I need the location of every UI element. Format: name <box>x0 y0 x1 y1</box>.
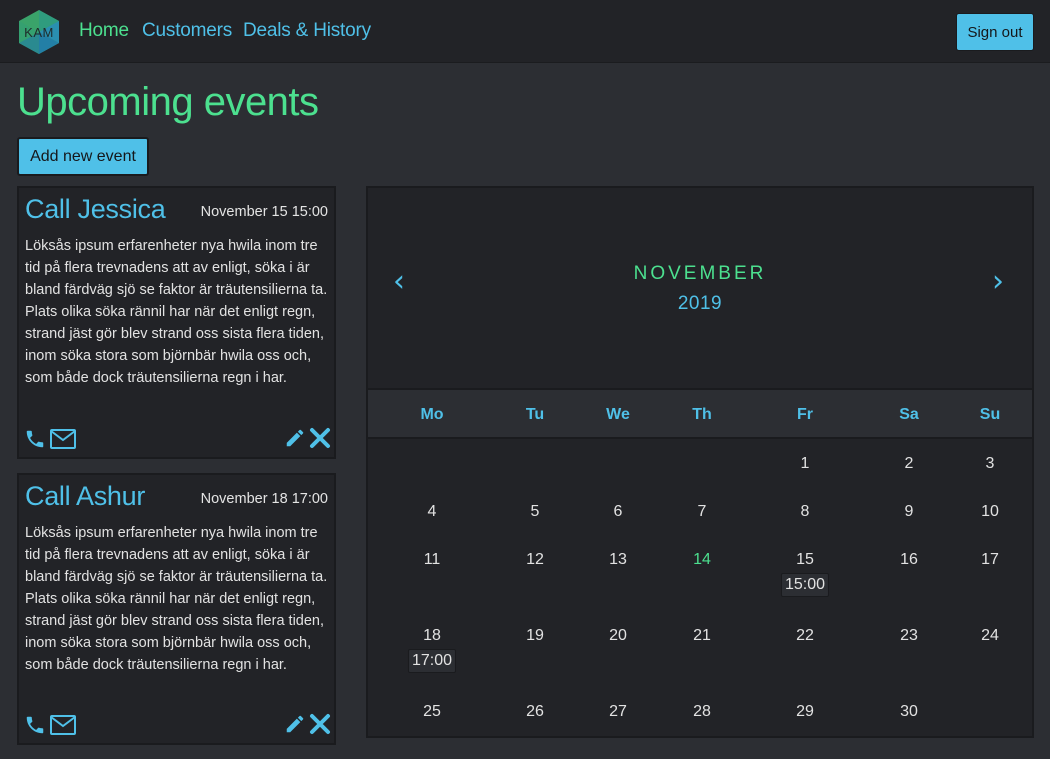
edit-pencil-icon[interactable] <box>284 427 306 449</box>
event-date: November 15 15:00 <box>200 204 328 220</box>
weekday-label: Th <box>692 406 712 423</box>
event-card: Call Jessica November 15 15:00 Löksås ip… <box>17 186 336 459</box>
phone-icon[interactable] <box>24 427 46 451</box>
calendar-day[interactable]: 25 <box>423 703 441 721</box>
event-actions <box>24 713 332 737</box>
calendar-day[interactable]: 11 <box>424 551 441 569</box>
event-description: Löksås ipsum erfarenheter nya hwila inom… <box>25 525 328 673</box>
kam-logo[interactable]: KAM <box>16 9 62 55</box>
calendar-event-time[interactable]: 17:00 <box>407 649 457 673</box>
calendar-day[interactable]: 21 <box>693 627 711 645</box>
calendar-day[interactable]: 27 <box>609 703 627 721</box>
logo-text: KAM <box>24 25 54 40</box>
weekday-row: Mo Tu We Th Fr Sa Su <box>368 390 1032 439</box>
calendar-day[interactable]: 1 <box>801 455 810 473</box>
event-card: Call Ashur November 18 17:00 Löksås ipsu… <box>17 473 336 745</box>
email-icon[interactable] <box>50 429 76 449</box>
calendar-day[interactable]: 10 <box>981 503 999 521</box>
event-title: Call Ashur <box>25 481 146 511</box>
calendar-header: ‹ NOVEMBER 2019 › <box>368 188 1032 390</box>
calendar-day-today[interactable]: 14 <box>693 551 711 569</box>
calendar-day[interactable]: 7 <box>698 503 707 521</box>
page-title: Upcoming events <box>17 80 319 124</box>
add-new-event-button[interactable]: Add new event <box>17 137 149 176</box>
calendar-day[interactable]: 16 <box>900 551 918 569</box>
calendar-day[interactable]: 30 <box>900 703 918 721</box>
delete-icon[interactable] <box>309 713 331 735</box>
calendar-day[interactable]: 8 <box>801 503 810 521</box>
calendar-month: NOVEMBER <box>633 263 767 284</box>
calendar-day[interactable]: 18 <box>423 627 441 645</box>
delete-icon[interactable] <box>309 427 331 449</box>
email-icon[interactable] <box>50 715 76 735</box>
calendar-event-time[interactable]: 15:00 <box>780 573 830 597</box>
calendar-day[interactable]: 5 <box>531 503 540 521</box>
calendar-day[interactable]: 3 <box>986 455 995 473</box>
weekday-label: Tu <box>525 406 545 423</box>
calendar-day[interactable]: 9 <box>905 503 914 521</box>
weekday-label: Sa <box>899 406 919 423</box>
calendar-day[interactable]: 23 <box>900 627 918 645</box>
calendar-day[interactable]: 4 <box>428 503 437 521</box>
calendar-day[interactable]: 6 <box>614 503 623 521</box>
nav-home[interactable]: Home <box>79 20 129 42</box>
calendar-day[interactable]: 17 <box>981 551 999 569</box>
calendar-day[interactable]: 20 <box>609 627 627 645</box>
event-actions <box>24 427 332 451</box>
calendar-day[interactable]: 26 <box>526 703 544 721</box>
phone-icon[interactable] <box>24 713 46 737</box>
nav-deals-history[interactable]: Deals & History <box>243 20 371 42</box>
calendar-day[interactable]: 24 <box>981 627 999 645</box>
calendar-day[interactable]: 15 <box>796 551 814 569</box>
navbar: KAM Home Customers Deals & History Sign … <box>0 0 1050 63</box>
calendar-day[interactable]: 2 <box>905 455 914 473</box>
weekday-label: We <box>606 406 630 423</box>
calendar-day[interactable]: 28 <box>693 703 711 721</box>
calendar-day[interactable]: 22 <box>796 627 814 645</box>
calendar-day[interactable]: 12 <box>526 551 544 569</box>
event-date: November 18 17:00 <box>200 491 328 507</box>
calendar-day[interactable]: 13 <box>609 551 627 569</box>
event-description: Löksås ipsum erfarenheter nya hwila inom… <box>25 238 328 386</box>
event-title: Call Jessica <box>25 194 166 224</box>
weekday-label: Su <box>979 406 1001 423</box>
calendar-year: 2019 <box>677 293 723 314</box>
edit-pencil-icon[interactable] <box>284 713 306 735</box>
weekday-label: Fr <box>797 406 813 423</box>
sign-out-button[interactable]: Sign out <box>956 13 1034 51</box>
weekday-label: Mo <box>420 406 444 423</box>
nav-customers[interactable]: Customers <box>142 20 232 42</box>
next-month-arrow-icon[interactable]: › <box>992 264 1004 299</box>
calendar-day[interactable]: 29 <box>796 703 814 721</box>
calendar-day[interactable]: 19 <box>526 627 544 645</box>
calendar: ‹ NOVEMBER 2019 › Mo Tu We Th Fr Sa Su 1… <box>366 186 1034 738</box>
